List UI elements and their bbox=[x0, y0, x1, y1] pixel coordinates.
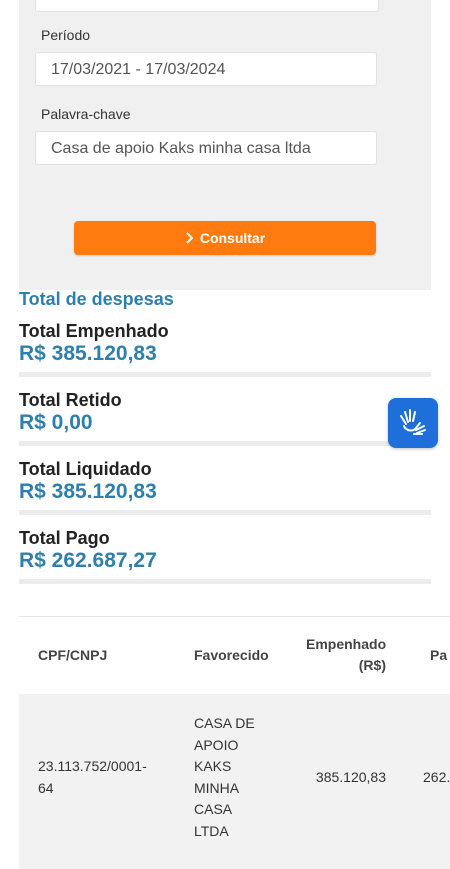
total-label: Total Retido bbox=[19, 390, 122, 410]
header-cpf: CPF/CNPJ bbox=[38, 647, 108, 663]
total-label: Total Empenhado bbox=[19, 321, 169, 341]
divider bbox=[19, 372, 431, 377]
cell-cpf-line1: 23.113.752/0001- bbox=[38, 758, 147, 774]
total-liquidado: Total Liquidado R$ 385.120,83 bbox=[19, 458, 431, 504]
divider bbox=[19, 579, 431, 584]
total-value: R$ 0,00 bbox=[19, 411, 93, 434]
chevron-right-icon bbox=[185, 232, 194, 244]
total-empenhado: Total Empenhado R$ 385.120,83 bbox=[19, 320, 431, 366]
sign-language-icon bbox=[396, 404, 430, 443]
favorecido-line: APOIO bbox=[194, 736, 239, 753]
total-retido: Total Retido R$ 0,00 bbox=[19, 389, 431, 435]
palavra-chave-input[interactable]: Casa de apoio Kaks minha casa ltda bbox=[35, 131, 377, 165]
favorecido-line: KAKS bbox=[194, 758, 232, 774]
header-empenhado: Empenhado (R$) bbox=[306, 634, 386, 676]
total-pago: Total Pago R$ 262.687,27 bbox=[19, 527, 431, 573]
header-pago: Pa bbox=[430, 647, 448, 663]
cell-cpf-line2: 64 bbox=[38, 779, 54, 796]
consultar-label: Consultar bbox=[199, 230, 266, 246]
sign-language-button[interactable] bbox=[388, 398, 438, 448]
previous-field-input[interactable] bbox=[35, 0, 379, 12]
total-label: Total Pago bbox=[19, 528, 110, 548]
total-label: Total Liquidado bbox=[19, 459, 152, 479]
header-empenhado-line1: Empenhado bbox=[306, 636, 387, 652]
total-value: R$ 262.687,27 bbox=[19, 549, 157, 572]
periodo-input[interactable]: 17/03/2021 - 17/03/2024 bbox=[35, 52, 377, 86]
favorecido-line: LTDA bbox=[194, 822, 229, 839]
header-favorecido: Favorecido bbox=[194, 647, 269, 663]
divider bbox=[19, 441, 431, 446]
periodo-label: Período bbox=[41, 27, 91, 43]
divider bbox=[19, 510, 431, 515]
consultar-button[interactable]: Consultar bbox=[74, 221, 376, 255]
favorecido-line: MINHA bbox=[194, 779, 240, 796]
favorecido-line: CASA bbox=[194, 801, 233, 817]
total-value: R$ 385.120,83 bbox=[19, 342, 157, 365]
cell-cpf: 23.113.752/0001- 64 bbox=[38, 756, 147, 799]
cell-pago: 262. bbox=[423, 769, 450, 785]
cell-empenhado: 385.120,83 bbox=[315, 769, 386, 785]
section-title: Total de despesas bbox=[19, 289, 174, 309]
total-value: R$ 385.120,83 bbox=[19, 480, 157, 503]
cell-favorecido: CASA DE APOIO KAKS MINHA CASA LTDA bbox=[194, 713, 255, 842]
favorecido-line: CASA DE bbox=[194, 715, 255, 731]
header-empenhado-line2: (R$) bbox=[358, 657, 386, 673]
palavra-chave-label: Palavra-chave bbox=[41, 106, 131, 122]
expenses-table: CPF/CNPJ Favorecido Empenhado (R$) Pa 23… bbox=[19, 616, 450, 869]
